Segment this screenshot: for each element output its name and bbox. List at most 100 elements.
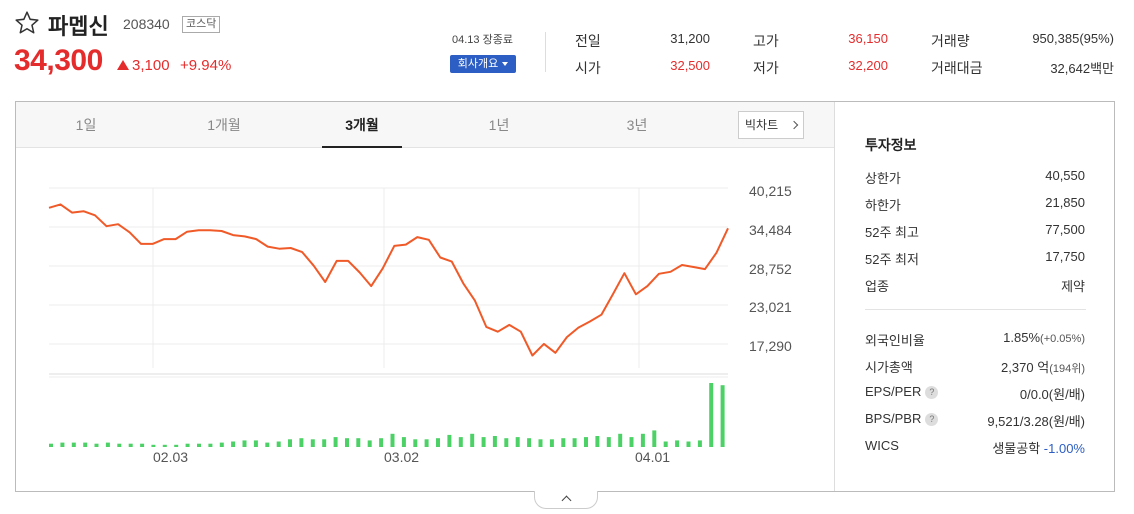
x-tick-label: 02.03 [153, 449, 189, 465]
collapse-toggle[interactable] [534, 491, 598, 509]
eps-per-value: 0/0.0(원/배) [1020, 384, 1085, 403]
volume-bar [117, 443, 122, 447]
volume-bar [49, 443, 53, 447]
volume-bar [697, 440, 702, 447]
volume-bar [436, 438, 440, 447]
high52-value: 77,500 [1045, 222, 1085, 237]
volume-bar [675, 440, 680, 447]
volume-bar [481, 437, 486, 447]
market-cap-rank: (194위) [1049, 363, 1085, 375]
tab-1month[interactable]: 1개월 [184, 102, 264, 148]
tab-3months[interactable]: 3개월 [322, 102, 402, 148]
eps-per-unit: (원/배) [1048, 387, 1085, 402]
volume-label: 거래량 [931, 33, 970, 49]
volume-bar [401, 437, 406, 447]
tab-1year[interactable]: 1년 [459, 102, 539, 148]
eps-per-label: EPS/PER? [865, 384, 939, 400]
chart-panel: 1일 1개월 3개월 1년 3년 빅차트 40,215 34,484 28,75… [15, 101, 1115, 492]
volume-value: 950,385(95%) [1032, 31, 1114, 46]
volume-bar [379, 438, 384, 447]
price-chart-svg [48, 187, 729, 447]
amount-value: 32,642백만 [1050, 61, 1114, 76]
prev-close-value: 31,200 [670, 31, 710, 46]
volume-bar [83, 442, 88, 447]
x-tick-label: 03.02 [384, 449, 420, 465]
chevron-up-icon [561, 495, 572, 506]
y-tick-label: 40,215 [749, 183, 792, 199]
volume-bar [504, 438, 509, 447]
volume-bar [709, 383, 714, 447]
up-arrow-icon [117, 60, 129, 70]
volume-bar [470, 433, 475, 447]
volume-bar [310, 439, 315, 447]
volume-bar [720, 385, 725, 447]
tab-1day[interactable]: 1일 [46, 102, 126, 148]
volume-bar [686, 441, 691, 447]
volume-bar [208, 443, 213, 447]
y-tick-label: 23,021 [749, 299, 792, 315]
market-cap-unit: 억 [1037, 360, 1050, 375]
price-change: 3,100 [132, 57, 170, 74]
volume-bar [219, 442, 224, 447]
low52-label: 52주 최저 [865, 252, 919, 267]
volume-bar [390, 433, 395, 447]
volume-bar [367, 440, 372, 447]
bps-pbr-unit: (원/배) [1048, 414, 1085, 429]
company-overview-label: 회사개요 [457, 58, 499, 70]
volume-bar [549, 439, 554, 447]
investment-info-title: 투자정보 [865, 137, 917, 153]
volume-bar [128, 443, 133, 447]
wics-value: 생물공학 -1.00% [992, 438, 1085, 457]
market-cap-label: 시가총액 [865, 360, 913, 375]
volume-bar [640, 433, 645, 447]
eps-per: 0/0.0 [1019, 387, 1049, 402]
volume-bar [322, 439, 327, 447]
volume-bar [231, 441, 236, 447]
volume-bar [606, 437, 611, 447]
volume-bar [527, 438, 532, 447]
favorite-star-icon[interactable] [14, 10, 40, 36]
wics-label: WICS [865, 438, 899, 453]
current-price: 34,300 [14, 44, 103, 77]
volume-bar [515, 437, 520, 447]
volume-bar [413, 439, 418, 447]
company-overview-button[interactable]: 회사개요 [450, 55, 516, 73]
y-tick-label: 17,290 [749, 338, 792, 354]
volume-bar [242, 440, 247, 447]
wics-sector[interactable]: 생물공학 [992, 441, 1040, 456]
foreign-ratio-label: 외국인비율 [865, 333, 925, 348]
market-cap: 2,370 [1001, 360, 1034, 375]
volume-bar [299, 438, 304, 447]
amount-label: 거래대금 [931, 60, 983, 76]
big-chart-button[interactable]: 빅차트 [738, 111, 804, 139]
tab-3years[interactable]: 3년 [597, 102, 677, 148]
volume-bar [629, 437, 634, 447]
volume-bar [265, 442, 270, 447]
volume-bar [584, 437, 588, 447]
volume-bar [345, 438, 349, 447]
volume-bar [253, 440, 258, 447]
volume-bar [60, 442, 65, 447]
volume-bar [174, 444, 179, 447]
volume-bar [71, 442, 76, 447]
price-chart [16, 148, 834, 491]
lower-limit-label: 하한가 [865, 198, 901, 213]
volume-bar [197, 443, 201, 447]
open-label: 시가 [575, 60, 601, 76]
low52-value: 17,750 [1045, 249, 1085, 264]
volume-bar [94, 443, 99, 447]
bps-pbr: 9,521/3.28 [987, 414, 1049, 429]
volume-bar [185, 443, 190, 447]
caret-down-icon [502, 62, 509, 67]
help-icon[interactable]: ? [925, 413, 939, 427]
industry-value[interactable]: 제약 [1061, 276, 1085, 295]
volume-bar [492, 436, 497, 447]
volume-bar [538, 439, 543, 447]
volume-bar [424, 439, 429, 447]
foreign-ratio: 1.85% [1003, 330, 1041, 345]
help-icon[interactable]: ? [925, 386, 939, 400]
volume-bar [162, 444, 167, 447]
y-tick-label: 28,752 [749, 261, 792, 277]
y-tick-label: 34,484 [749, 222, 792, 238]
bps-pbr-value: 9,521/3.28(원/배) [987, 411, 1085, 430]
